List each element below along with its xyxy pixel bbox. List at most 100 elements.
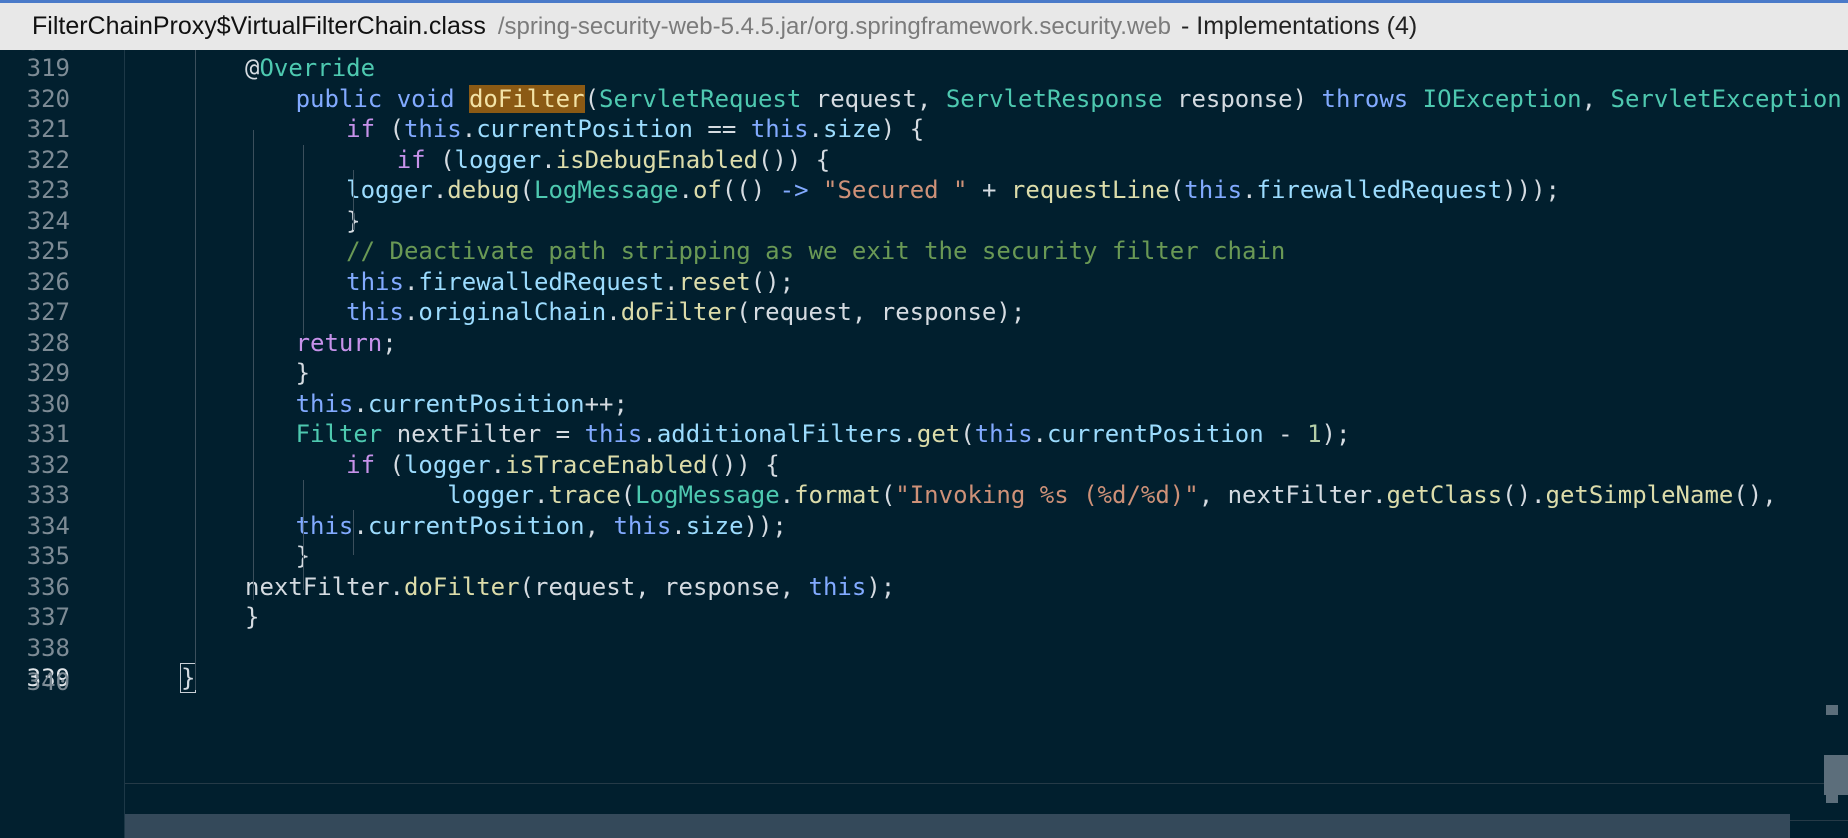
scrollbar-marker-current[interactable]	[1826, 793, 1838, 803]
code-token: ServletException	[1610, 84, 1842, 113]
code-token: void	[396, 84, 455, 113]
code-token: if	[396, 145, 426, 174]
file-name: FilterChainProxy$VirtualFilterChain.clas…	[32, 12, 486, 40]
code-token: if	[346, 115, 376, 143]
code-token: originalChain	[418, 298, 607, 326]
code-token: .	[671, 511, 686, 540]
code-token: doFilter	[468, 84, 585, 113]
vertical-scrollbar-thumb[interactable]	[1824, 755, 1848, 795]
code-token: ().	[1502, 481, 1546, 509]
code-token: firewalledRequest	[418, 267, 665, 296]
code-token: isTraceEnabled	[505, 450, 708, 479]
code-token: isDebugEnabled	[555, 145, 758, 174]
code-token: currentPosition	[476, 115, 693, 143]
code-token: currentPosition	[367, 511, 585, 540]
indent-guide	[303, 145, 304, 335]
code-token: (	[620, 481, 636, 509]
code-token: ,	[584, 511, 614, 540]
code-token: (	[375, 450, 404, 479]
code-editor[interactable]: 318319@Override320public void doFilter(S…	[0, 50, 1848, 838]
code-token: ServletResponse	[945, 84, 1163, 113]
code-token: (request, response,	[519, 572, 809, 601]
code-token: (	[425, 145, 455, 174]
code-token: logger	[403, 450, 491, 479]
code-token: LogMessage	[635, 481, 780, 509]
code-token: .	[664, 267, 679, 296]
code-token: request,	[801, 84, 946, 113]
code-token: doFilter	[620, 298, 737, 326]
code-token: debug	[447, 176, 520, 204]
code-token: , nextFilter.	[1198, 481, 1387, 509]
code-token: Override	[259, 54, 376, 82]
code-token: .	[808, 115, 823, 143]
code-token: doFilter	[403, 572, 520, 601]
code-token: .	[403, 267, 419, 296]
code-token: ()) {	[707, 450, 780, 479]
code-token: ==	[692, 115, 751, 143]
indent-guide	[253, 130, 254, 600]
code-token: LogMessage	[534, 176, 679, 204]
code-token: size	[685, 511, 744, 540]
code-token: {	[1842, 85, 1848, 113]
code-token: of	[692, 176, 722, 204]
code-token: (	[960, 420, 975, 448]
code-token: format	[794, 481, 881, 509]
code-token: "Secured "	[823, 176, 968, 204]
code-token: (	[1169, 176, 1185, 204]
code-token: ;	[382, 328, 397, 357]
code-token: nextFilter =	[382, 420, 585, 448]
code-token: // Deactivate path stripping as we exit …	[346, 237, 1286, 265]
code-token: ServletRequest	[599, 84, 802, 113]
code-token: .	[353, 511, 368, 540]
code-token: response)	[1162, 84, 1322, 113]
code-token: firewalledRequest	[1256, 176, 1503, 204]
code-token: this	[403, 115, 462, 143]
code-token: this	[295, 511, 354, 540]
code-token: (	[519, 176, 534, 204]
code-token: ) {	[880, 115, 925, 143]
code-token: this	[346, 267, 404, 296]
code-token: .	[490, 450, 506, 479]
code-token: .	[1242, 176, 1257, 204]
code-token: ();	[750, 267, 795, 296]
code-token: this	[1184, 176, 1243, 204]
code-token: (	[880, 481, 896, 509]
code-token: this	[974, 420, 1033, 448]
code-line[interactable]: 340	[0, 664, 1848, 700]
code-token: .	[534, 481, 549, 509]
code-token: (	[584, 84, 600, 113]
code-token: +	[967, 176, 1011, 204]
code-token: ++;	[584, 389, 628, 418]
code-token: size	[823, 115, 881, 143]
code-token: }	[245, 603, 260, 631]
code-token: this	[295, 389, 354, 418]
code-token: this	[584, 420, 643, 448]
code-token: return	[295, 328, 383, 357]
code-token: requestLine	[1010, 176, 1170, 204]
code-token: .	[678, 176, 693, 204]
indent-guide	[195, 50, 196, 690]
code-token: this	[750, 115, 809, 143]
window-title-bar: FilterChainProxy$VirtualFilterChain.clas…	[0, 0, 1848, 50]
code-token: .	[353, 389, 368, 418]
code-token: logger	[346, 176, 433, 204]
code-token: getClass	[1386, 481, 1503, 509]
code-token: -	[1263, 420, 1308, 448]
code-token: )));	[1502, 176, 1560, 204]
code-token: logger	[447, 481, 534, 509]
code-token: additionalFilters	[656, 420, 903, 448]
code-token: (	[375, 115, 404, 143]
code-token: (()	[721, 176, 780, 204]
code-token: getSimpleName	[1545, 481, 1734, 509]
code-token: Filter	[295, 420, 383, 448]
code-token: (request, response);	[736, 298, 1026, 326]
code-token: }	[295, 359, 311, 387]
code-token: );	[1321, 420, 1351, 448]
code-token: public	[295, 84, 383, 113]
code-token: ()) {	[757, 145, 831, 174]
horizontal-scrollbar[interactable]	[125, 814, 1790, 838]
code-token: currentPosition	[367, 389, 585, 418]
indent-guide	[353, 510, 354, 555]
scrollbar-marker[interactable]	[1826, 705, 1838, 715]
